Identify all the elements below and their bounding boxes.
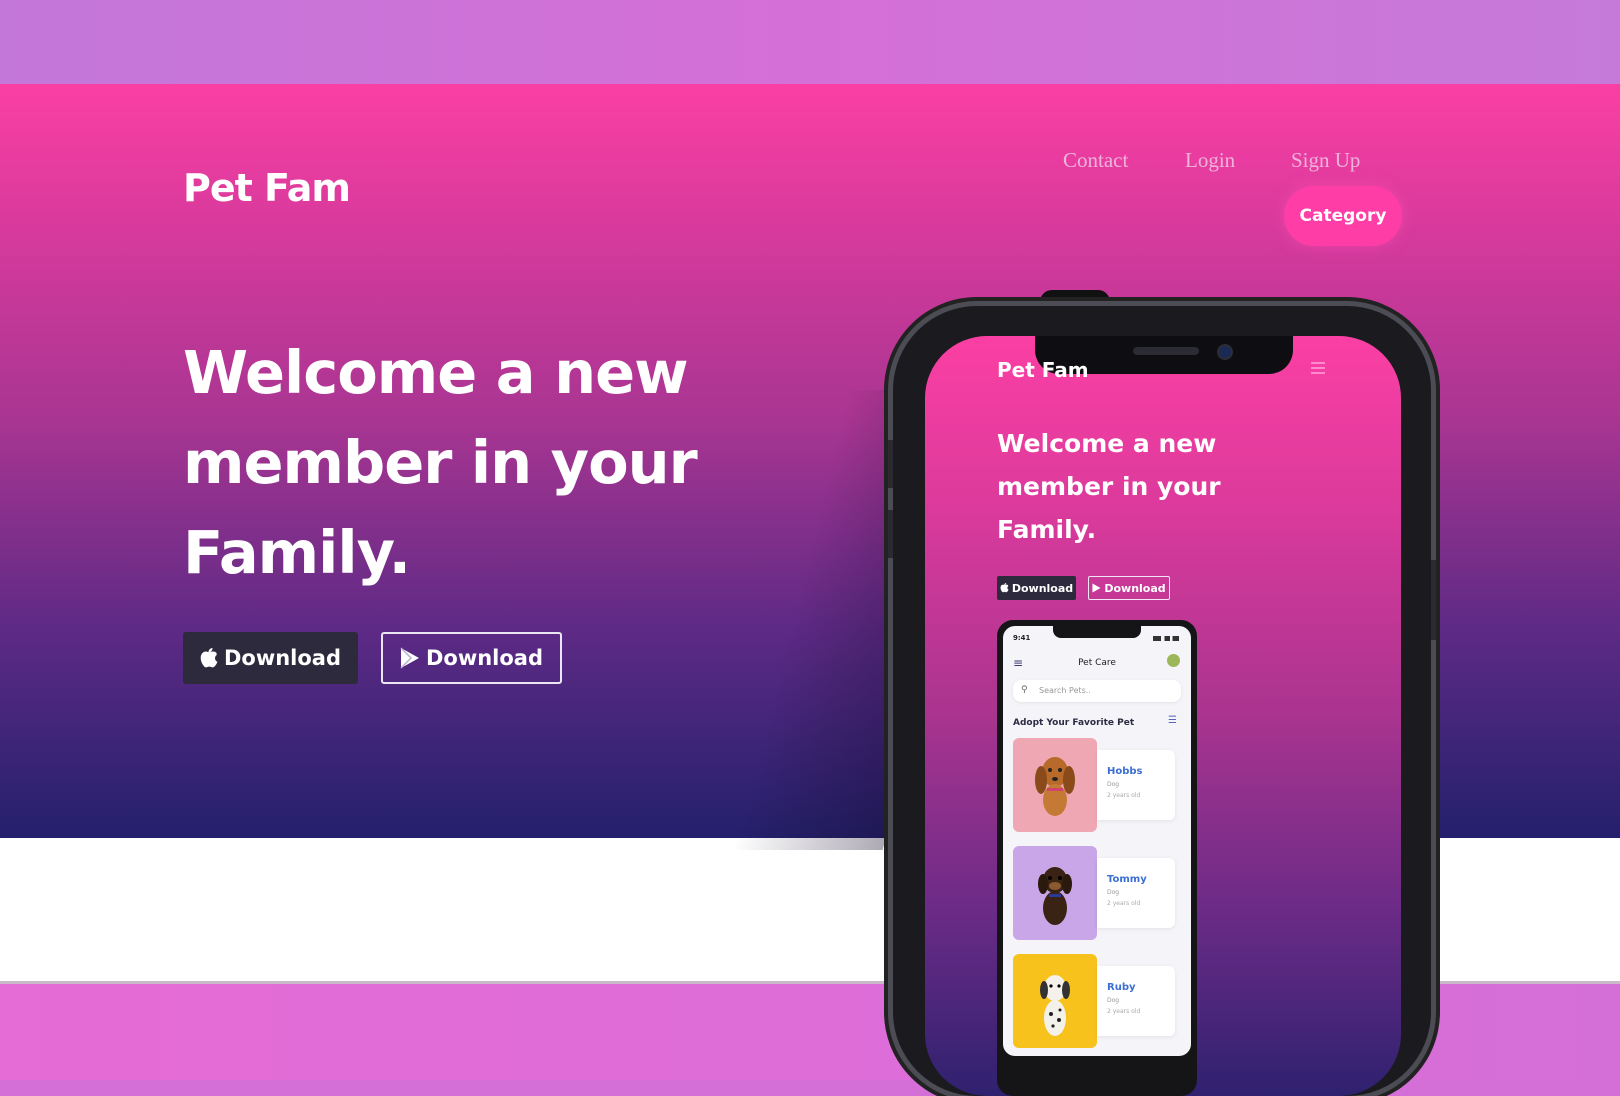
pet-type: Dog <box>1107 781 1120 788</box>
phone-volume-button <box>888 440 893 488</box>
google-play-download-button[interactable]: Download <box>381 632 562 684</box>
play-store-icon <box>1092 583 1101 593</box>
avatar[interactable] <box>1167 654 1180 667</box>
brand-logo[interactable]: Pet Fam <box>183 166 351 210</box>
phone-brand-logo[interactable]: Pet Fam <box>997 358 1089 382</box>
status-time: 9:41 <box>1013 634 1031 642</box>
pet-card[interactable]: Ruby Dog 2 years old <box>1013 954 1181 1048</box>
pet-photo <box>1013 846 1097 940</box>
pet-photo <box>1013 954 1097 1048</box>
nav-contact-link[interactable]: Contact <box>1063 148 1128 173</box>
google-play-download-label: Download <box>425 646 544 670</box>
pet-name: Hobbs <box>1107 766 1143 777</box>
phone-google-play-label: Download <box>1104 581 1166 595</box>
pet-age: 2 years old <box>1107 900 1141 907</box>
app-preview-screen: 9:41 ≡ Pet Care ⚲ Search Pets.. Adopt Yo… <box>1003 626 1191 1056</box>
status-bar-icons <box>1153 636 1179 641</box>
pet-card[interactable]: Hobbs Dog 2 years old <box>1013 738 1181 832</box>
pet-type: Dog <box>1107 997 1120 1004</box>
section-title: Adopt Your Favorite Pet <box>1013 718 1135 728</box>
pet-name: Ruby <box>1107 982 1136 993</box>
app-store-download-button[interactable]: Download <box>183 632 358 684</box>
pet-name: Tommy <box>1107 874 1147 885</box>
apple-icon <box>1000 583 1009 593</box>
play-store-icon <box>400 647 420 669</box>
pet-type: Dog <box>1107 889 1120 896</box>
dalmatian-image <box>1040 975 1070 1036</box>
apple-icon <box>200 647 218 669</box>
phone-app-store-button[interactable]: Download <box>997 576 1076 600</box>
search-icon: ⚲ <box>1021 685 1028 695</box>
top-background-band <box>0 0 1620 84</box>
search-input[interactable]: ⚲ Search Pets.. <box>1013 680 1181 702</box>
phone-app-store-label: Download <box>1011 581 1074 595</box>
app-title: Pet Care <box>1078 658 1116 668</box>
nav-login-link[interactable]: Login <box>1185 148 1235 173</box>
phone-speaker <box>1133 347 1199 355</box>
list-view-icon[interactable]: ☰ <box>1168 715 1177 726</box>
pet-info: Tommy Dog 2 years old <box>1097 858 1175 928</box>
puppy-image <box>1038 867 1072 925</box>
app-store-download-label: Download <box>223 646 342 670</box>
phone-google-play-button[interactable]: Download <box>1088 576 1170 600</box>
phone-volume-button <box>888 510 893 558</box>
hamburger-menu-icon[interactable] <box>1311 362 1325 374</box>
front-camera-icon <box>1217 344 1233 360</box>
search-placeholder: Search Pets.. <box>1039 686 1091 695</box>
pet-card[interactable]: Tommy Dog 2 years old <box>1013 846 1181 940</box>
pet-info: Ruby Dog 2 years old <box>1097 966 1175 1036</box>
phone-screen: Pet Fam Welcome a new member in your Fam… <box>925 336 1401 1096</box>
category-button[interactable]: Category <box>1284 186 1402 246</box>
pet-age: 2 years old <box>1107 792 1141 799</box>
app-preview-notch <box>1053 626 1141 638</box>
pet-info: Hobbs Dog 2 years old <box>1097 750 1175 820</box>
phone-power-button <box>1431 560 1436 640</box>
nav-signup-link[interactable]: Sign Up <box>1291 148 1360 173</box>
pet-photo <box>1013 738 1097 832</box>
hero-headline: Welcome a new member in your Family. <box>183 338 698 587</box>
pet-age: 2 years old <box>1107 1008 1141 1015</box>
phone-hero-headline: Welcome a new member in your Family. <box>997 429 1221 544</box>
dachshund-image <box>1035 757 1075 816</box>
